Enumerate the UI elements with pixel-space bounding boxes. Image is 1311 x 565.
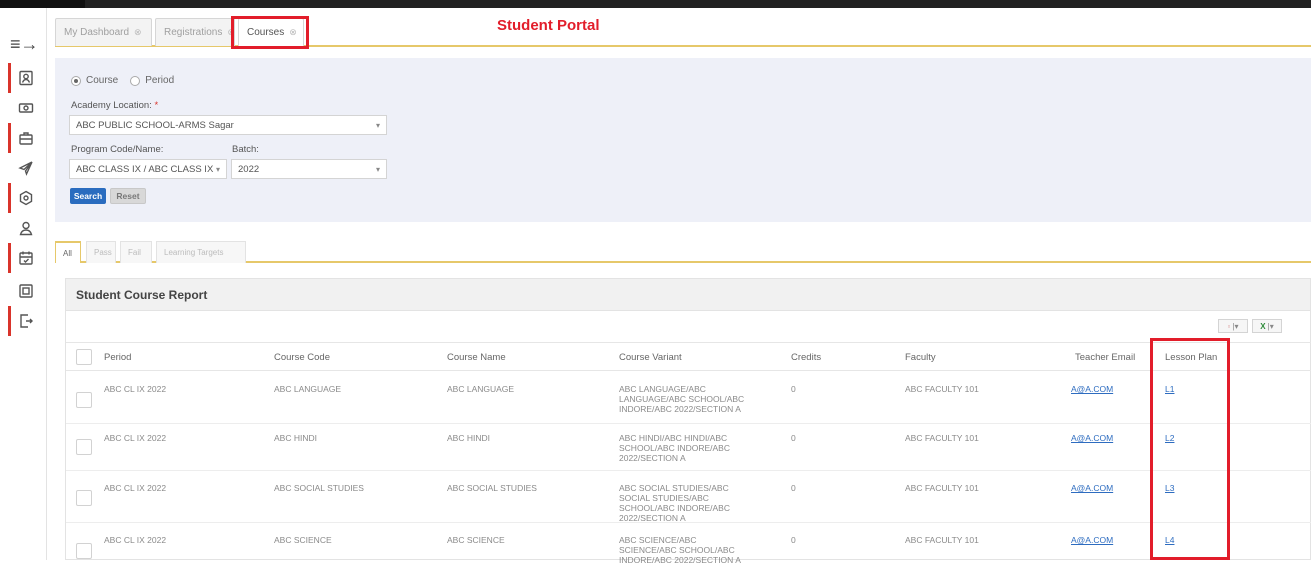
settings-icon[interactable] [8, 183, 40, 213]
cell-course-variant: ABC LANGUAGE/ABC LANGUAGE/ABC SCHOOL/ABC… [619, 384, 745, 414]
lesson-plan-highlight [1150, 338, 1230, 560]
tab-label: My Dashboard [64, 27, 130, 38]
send-icon[interactable] [8, 153, 40, 183]
cell-faculty: ABC FACULTY 101 [905, 433, 979, 443]
sidebar: ≡→ [0, 8, 47, 560]
teacher-email-link[interactable]: A@A.COM [1071, 433, 1113, 443]
filter-panel: Course Period Academy Location: * ABC PU… [55, 58, 1311, 222]
program-value: ABC CLASS IX / ABC CLASS IX [76, 163, 214, 175]
cell-period: ABC CL IX 2022 [104, 433, 167, 443]
cell-period: ABC CL IX 2022 [104, 483, 167, 493]
academy-label: Academy Location: * [71, 100, 158, 111]
cell-credits: 0 [791, 535, 796, 545]
cell-period: ABC CL IX 2022 [104, 384, 167, 394]
row-checkbox[interactable] [76, 490, 92, 506]
report-title: Student Course Report [66, 279, 1310, 311]
logout-icon[interactable] [8, 306, 40, 336]
cell-course-code: ABC SCIENCE [274, 535, 332, 545]
close-icon[interactable]: ⊗ [134, 27, 142, 38]
subtab-fail[interactable]: Fail [120, 241, 152, 263]
col-credits[interactable]: Credits [791, 343, 821, 372]
cell-course-name: ABC SCIENCE [447, 535, 505, 545]
batch-select[interactable]: 2022 ▾ [231, 159, 387, 179]
batch-value: 2022 [238, 163, 260, 175]
pdf-export-button[interactable]: ▫ |▾ [1218, 319, 1248, 333]
cell-faculty: ABC FACULTY 101 [905, 384, 979, 394]
teacher-email-link[interactable]: A@A.COM [1071, 483, 1113, 493]
chevron-down-icon: ▾ [375, 120, 380, 130]
col-course-name[interactable]: Course Name [447, 343, 506, 372]
col-teacher-email[interactable]: Teacher Email [1075, 343, 1135, 372]
program-select[interactable]: ABC CLASS IX / ABC CLASS IX ▾ [69, 159, 227, 179]
cell-course-code: ABC LANGUAGE [274, 384, 342, 394]
pdf-icon: ▫ [1227, 321, 1231, 331]
cell-course-code: ABC SOCIAL STUDIES [274, 483, 364, 493]
cell-credits: 0 [791, 433, 796, 443]
menu-toggle-icon[interactable]: ≡→ [10, 34, 39, 54]
cell-course-variant: ABC SOCIAL STUDIES/ABC SOCIAL STUDIES/AB… [619, 483, 730, 523]
tab-label: Registrations [164, 27, 223, 38]
subtab-all[interactable]: All [55, 241, 81, 263]
chevron-down-icon: ▾ [215, 164, 220, 174]
batch-label: Batch: [232, 144, 259, 155]
col-period[interactable]: Period [104, 343, 131, 372]
top-bar [0, 0, 1311, 8]
user-icon[interactable] [8, 213, 40, 243]
table-row[interactable]: ABC CL IX 2022 ABC SOCIAL STUDIES ABC SO… [66, 471, 1311, 523]
required-marker: * [154, 100, 159, 111]
radio-course[interactable] [71, 75, 81, 86]
subtab-learning-targets[interactable]: Learning Targets [156, 241, 246, 263]
cell-credits: 0 [791, 384, 796, 394]
cell-course-name: ABC LANGUAGE [447, 384, 515, 394]
profile-card-icon[interactable] [8, 63, 40, 93]
cell-faculty: ABC FACULTY 101 [905, 483, 979, 493]
teacher-email-link[interactable]: A@A.COM [1071, 384, 1113, 394]
cell-course-name: ABC HINDI [447, 433, 490, 443]
courses-tab-highlight [231, 16, 309, 49]
report-icon[interactable] [8, 276, 40, 306]
search-mode-radios: Course Period [71, 75, 174, 86]
cell-course-code: ABC HINDI [274, 433, 317, 443]
radio-course-label: Course [86, 75, 119, 86]
program-label: Program Code/Name: [71, 144, 164, 155]
academy-location-value: ABC PUBLIC SCHOOL-ARMS Sagar [76, 119, 234, 131]
top-bar-accent [0, 0, 85, 8]
select-all-checkbox[interactable] [76, 349, 92, 365]
chevron-down-icon: ▾ [375, 164, 380, 174]
search-button[interactable]: Search [70, 188, 106, 204]
table-header: Period Course Code Course Name Course Va… [66, 342, 1311, 371]
col-faculty[interactable]: Faculty [905, 343, 936, 372]
radio-period-label: Period [145, 75, 175, 86]
cell-course-variant: ABC SCIENCE/ABC SCIENCE/ABC SCHOOL/ABC I… [619, 535, 741, 565]
money-icon[interactable] [8, 93, 40, 123]
cell-course-name: ABC SOCIAL STUDIES [447, 483, 537, 493]
cell-credits: 0 [791, 483, 796, 493]
cell-course-variant: ABC HINDI/ABC HINDI/ABC SCHOOL/ABC INDOR… [619, 433, 730, 463]
academy-location-select[interactable]: ABC PUBLIC SCHOOL-ARMS Sagar ▾ [69, 115, 387, 135]
row-checkbox[interactable] [76, 543, 92, 559]
col-course-code[interactable]: Course Code [274, 343, 330, 372]
table-row[interactable]: ABC CL IX 2022 ABC SCIENCE ABC SCIENCE A… [66, 523, 1311, 565]
result-subtabs: All Pass Fail Learning Targets [55, 239, 1311, 263]
student-course-report: Student Course Report ▫ |▾ X |▾ Period Cou… [65, 278, 1311, 565]
cell-faculty: ABC FACULTY 101 [905, 535, 979, 545]
subtab-pass[interactable]: Pass [86, 241, 116, 263]
tab-my-dashboard[interactable]: My Dashboard ⊗ [55, 18, 152, 46]
tab-registrations[interactable]: Registrations ⊗ [155, 18, 235, 46]
row-checkbox[interactable] [76, 439, 92, 455]
radio-period[interactable] [130, 75, 141, 86]
briefcase-icon[interactable] [8, 123, 40, 153]
portal-title: Student Portal [497, 17, 600, 34]
reset-button[interactable]: Reset [110, 188, 146, 204]
cell-period: ABC CL IX 2022 [104, 535, 167, 545]
row-checkbox[interactable] [76, 392, 92, 408]
academy-label-text: Academy Location: [71, 100, 152, 111]
excel-export-button[interactable]: X |▾ [1252, 319, 1282, 333]
calendar-icon[interactable] [8, 243, 40, 273]
teacher-email-link[interactable]: A@A.COM [1071, 535, 1113, 545]
table-row[interactable]: ABC CL IX 2022 ABC LANGUAGE ABC LANGUAGE… [66, 371, 1311, 424]
table-row[interactable]: ABC CL IX 2022 ABC HINDI ABC HINDI ABC H… [66, 424, 1311, 471]
excel-icon: X [1260, 321, 1266, 331]
col-course-variant[interactable]: Course Variant [619, 343, 682, 372]
